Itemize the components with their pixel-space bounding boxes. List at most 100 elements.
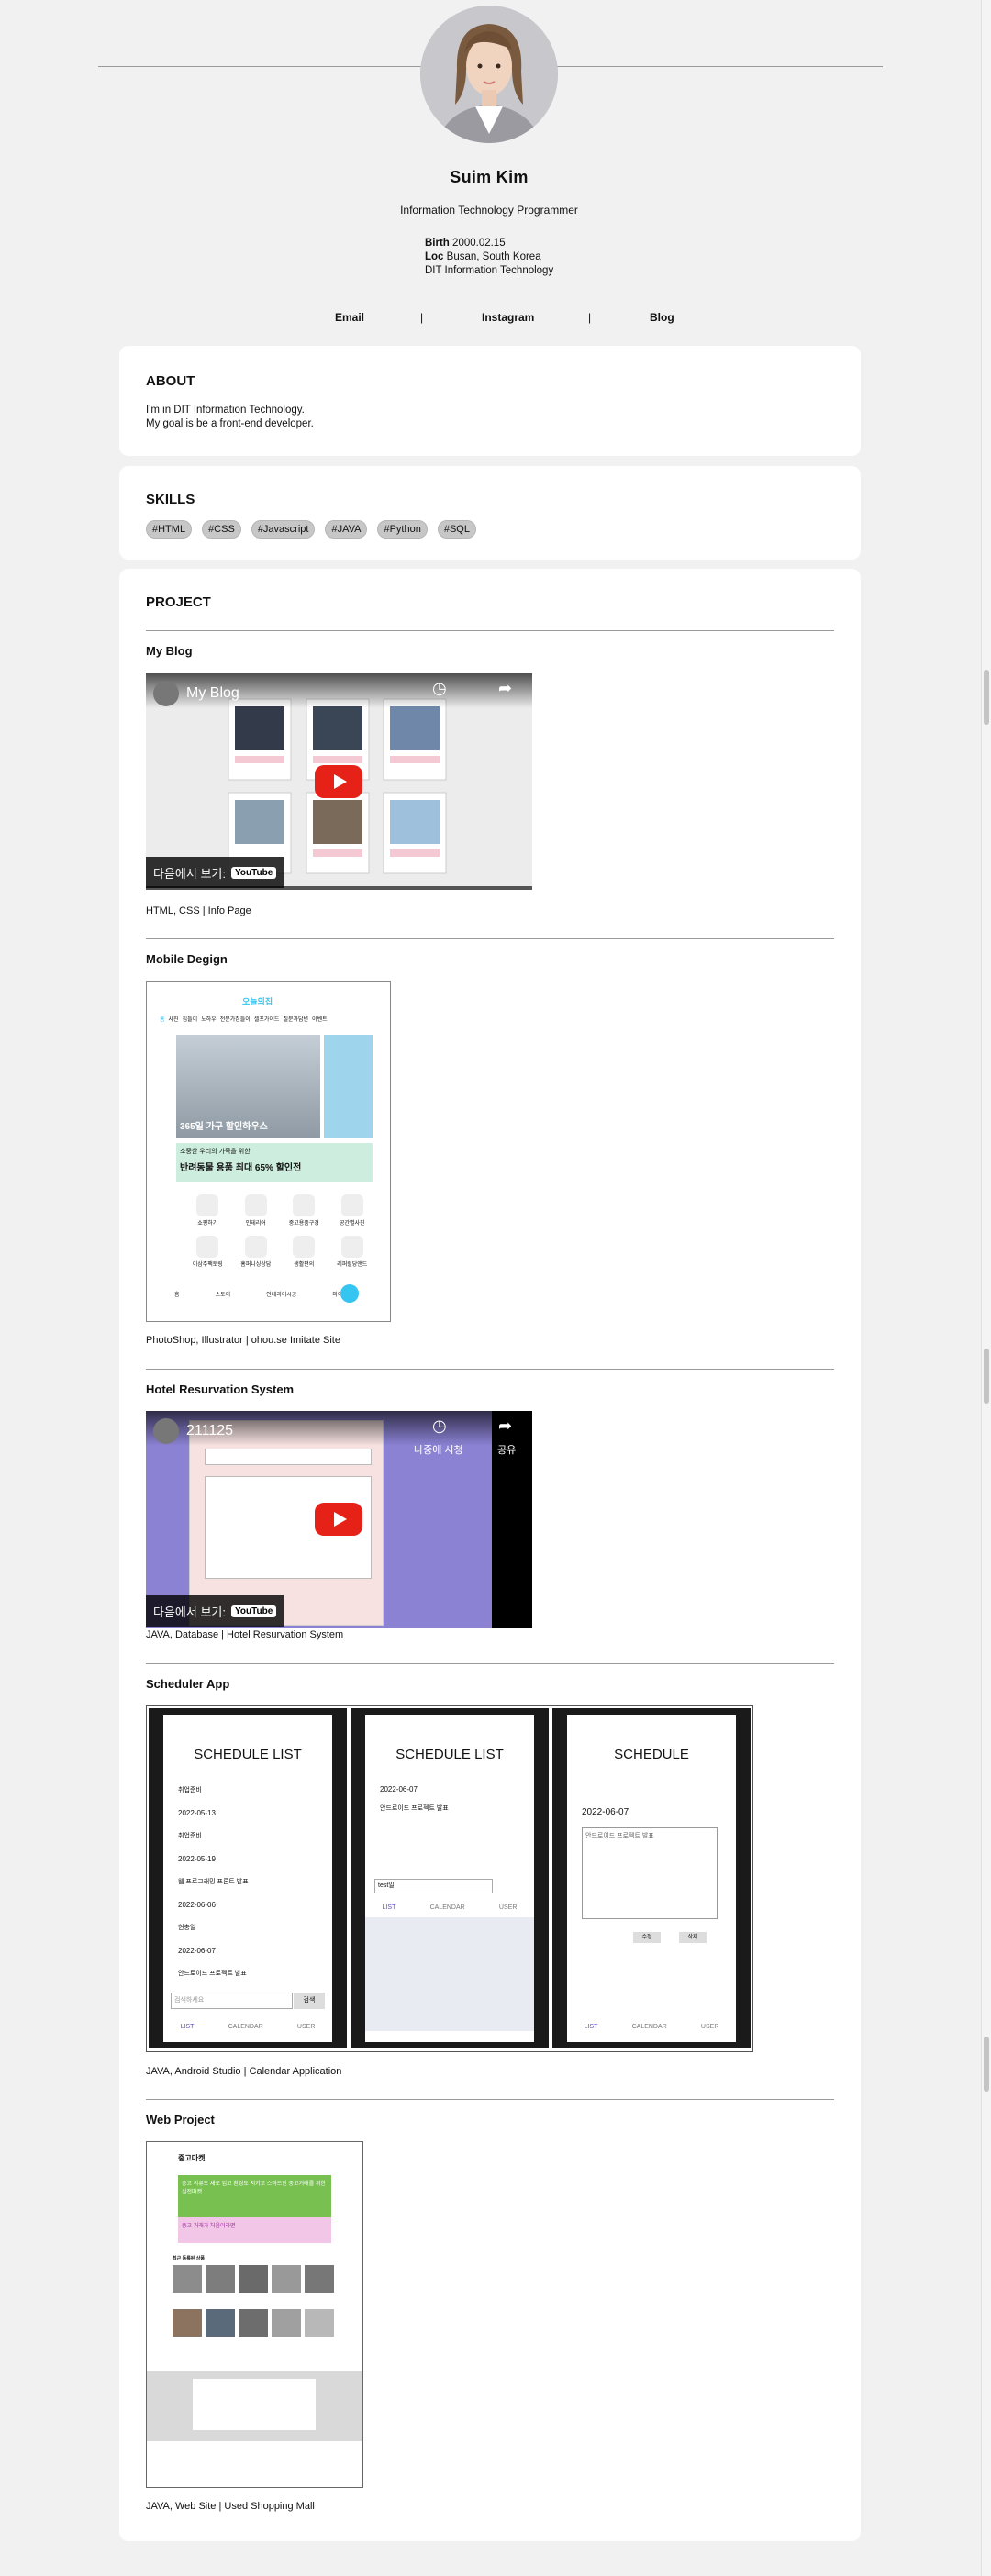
- web-project-image: 중고마켓 중고 의류도 새로 입고 환경도 지키고 스마트한 중고거래를 위한 …: [146, 2141, 363, 2488]
- my-blog-video[interactable]: My Blog ◷ ➦ 다음에서 보기: YouTube: [146, 673, 532, 890]
- header-divider-right: [557, 66, 883, 67]
- tab-user[interactable]: USER: [297, 2024, 315, 2030]
- project-divider: [146, 630, 834, 631]
- schedule-bottom-tabs: LIST CALENDAR USER: [567, 2024, 736, 2030]
- project-title-hotel: Hotel Resurvation System: [146, 1382, 295, 1396]
- clock-icon[interactable]: ◷: [432, 679, 447, 698]
- schedule-item: 안드로이드 프로젝트 발표: [380, 1805, 449, 1812]
- about-title: ABOUT: [146, 373, 195, 389]
- schedule-item: 안드로이드 프로젝트 발표: [178, 1971, 247, 1977]
- youtube-logo-icon: YouTube: [230, 866, 277, 879]
- mobile-banner-image: 365일 가구 할인하우스: [176, 1035, 320, 1138]
- tab-user[interactable]: USER: [701, 2024, 718, 2030]
- web-footer-band: [147, 2371, 362, 2441]
- project-title-web: Web Project: [146, 2113, 215, 2126]
- email-link[interactable]: Email: [335, 311, 364, 324]
- scheduler-screens: SCHEDULE LIST 취업준비 2022-05-13 취업준비 2022-…: [146, 1705, 753, 2052]
- mobile-banner-text: 365일 가구 할인하우스: [180, 1122, 268, 1132]
- hotel-video[interactable]: 211125 ◷ 나중에 시청 ➦ 공유 다음에서 보기: YouTube: [146, 1411, 532, 1628]
- profile-name: Suim Kim: [450, 168, 529, 186]
- loc-value: Busan, South Korea: [446, 251, 541, 262]
- mobile-side-banner: [324, 1035, 373, 1138]
- project-caption: JAVA, Database | Hotel Resurvation Syste…: [146, 1629, 344, 1640]
- project-title: PROJECT: [146, 594, 211, 610]
- tab-calendar[interactable]: CALENDAR: [228, 2024, 263, 2030]
- project-divider: [146, 2099, 834, 2100]
- tab-user[interactable]: USER: [499, 1904, 517, 1911]
- tab-calendar[interactable]: CALENDAR: [430, 1904, 465, 1911]
- project-card: PROJECT My Blog My Blog ◷ ➦ 다음에서 보기: You…: [119, 569, 861, 2541]
- project-caption: JAVA, Web Site | Used Shopping Mall: [146, 2501, 315, 2512]
- web-section-title: 최근 등록된 상품: [173, 2256, 205, 2261]
- project-title-my-blog: My Blog: [146, 644, 193, 658]
- schedule-date: 2022-06-07: [380, 1785, 418, 1793]
- watch-on-label: 다음에서 보기:: [153, 1604, 226, 1619]
- page-scrollbar[interactable]: [981, 0, 991, 2576]
- onscreen-keyboard[interactable]: [365, 1917, 534, 2031]
- schedule-detail-title: SCHEDULE: [614, 1747, 689, 1762]
- play-button-icon[interactable]: [315, 1503, 362, 1536]
- mobile-category: 생활편의: [280, 1236, 328, 1268]
- share-icon[interactable]: ➦: [498, 1416, 512, 1436]
- skill-tag: #SQL: [437, 520, 476, 539]
- profile-role: Information Technology Programmer: [400, 204, 578, 217]
- project-caption: JAVA, Android Studio | Calendar Applicat…: [146, 2066, 342, 2077]
- schedule-delete-button[interactable]: 삭제: [679, 1932, 707, 1943]
- schedule-bottom-tabs: LIST CALENDAR USER: [365, 1904, 534, 1911]
- schedule-search-input[interactable]: test일: [374, 1879, 493, 1893]
- video-title: My Blog: [186, 685, 239, 701]
- schedule-date: 2022-05-13: [178, 1809, 216, 1817]
- mobile-category: 쇼핑하기: [184, 1194, 232, 1227]
- schedule-item: 현충일: [178, 1925, 196, 1931]
- tab-calendar[interactable]: CALENDAR: [632, 2024, 667, 2030]
- web-banner-pink: 중고 거래가 처음이라면: [178, 2217, 331, 2243]
- project-divider: [146, 1369, 834, 1370]
- project-divider: [146, 1663, 834, 1664]
- tab-list[interactable]: LIST: [383, 1904, 396, 1911]
- mobile-category: 중고용품구경: [280, 1194, 328, 1227]
- mobile-category: 인테리어: [232, 1194, 281, 1227]
- skill-tag: #HTML: [146, 520, 193, 539]
- play-button-icon[interactable]: [315, 765, 362, 798]
- header-divider-left: [98, 66, 421, 67]
- watch-on-youtube[interactable]: 다음에서 보기: YouTube: [146, 857, 284, 888]
- instagram-link[interactable]: Instagram: [482, 311, 534, 324]
- school-value: DIT Information Technology: [425, 265, 554, 276]
- schedule-date: 2022-06-06: [178, 1901, 216, 1909]
- mobile-nav-item: 스토어: [215, 1293, 231, 1298]
- mobile-category: 공간별사진: [328, 1194, 377, 1227]
- link-separator: |: [420, 311, 424, 324]
- mobile-promo-small: 소중한 우리의 가족을 위한: [180, 1149, 251, 1155]
- clock-icon[interactable]: ◷: [432, 1416, 447, 1436]
- skill-tag: #Python: [377, 520, 428, 539]
- about-line: My goal is be a front-end developer.: [146, 418, 314, 429]
- project-divider: [146, 938, 834, 939]
- mobile-promo: 소중한 우리의 가족을 위한 반려동물 용품 최대 65% 할인전: [176, 1143, 373, 1182]
- mobile-bottom-nav: 홈 스토어 인테리어시공 마이페이지: [174, 1290, 358, 1298]
- mobile-tab: 전문가집들이: [219, 1017, 251, 1023]
- mobile-tabs: 홈 사진 집들이 노하우 전문가집들이 셀프가이드 질문과답변 이벤트: [160, 1015, 380, 1023]
- about-line: I'm in DIT Information Technology.: [146, 405, 305, 416]
- plus-icon: [340, 1284, 359, 1303]
- tab-list[interactable]: LIST: [181, 2024, 195, 2030]
- watch-on-label: 다음에서 보기:: [153, 866, 226, 881]
- schedule-memo-field[interactable]: 안드로이드 프로젝트 발표: [582, 1827, 718, 1919]
- share-label: 공유: [497, 1445, 517, 1456]
- mobile-tab: 집들이: [182, 1017, 198, 1023]
- schedule-list-title: SCHEDULE LIST: [194, 1747, 302, 1762]
- mobile-promo-text: 반려동물 용품 최대 65% 할인전: [180, 1163, 302, 1173]
- channel-avatar: [153, 1418, 179, 1444]
- scheduler-phone-detail: SCHEDULE 2022-06-07 안드로이드 프로젝트 발표 수정 삭제 …: [552, 1708, 751, 2048]
- share-icon[interactable]: ➦: [498, 679, 512, 698]
- mobile-tab: 사진: [168, 1017, 179, 1023]
- skills-title: SKILLS: [146, 492, 195, 507]
- watch-on-youtube[interactable]: 다음에서 보기: YouTube: [146, 1595, 284, 1627]
- schedule-search-button[interactable]: 검색: [294, 1993, 325, 2009]
- tab-list[interactable]: LIST: [585, 2024, 598, 2030]
- skill-tag: #Javascript: [251, 520, 316, 539]
- mobile-category-grid: 쇼핑하기 인테리어 중고용품구경 공간별사진 이삼주팩토링 홈퍼니싱상담 생활편…: [184, 1194, 376, 1268]
- schedule-edit-button[interactable]: 수정: [633, 1932, 661, 1943]
- scheduler-phone-keyboard: SCHEDULE LIST 2022-06-07 안드로이드 프로젝트 발표 t…: [351, 1708, 549, 2048]
- schedule-search-input[interactable]: 검색하세요: [171, 1993, 293, 2009]
- blog-link[interactable]: Blog: [650, 311, 674, 324]
